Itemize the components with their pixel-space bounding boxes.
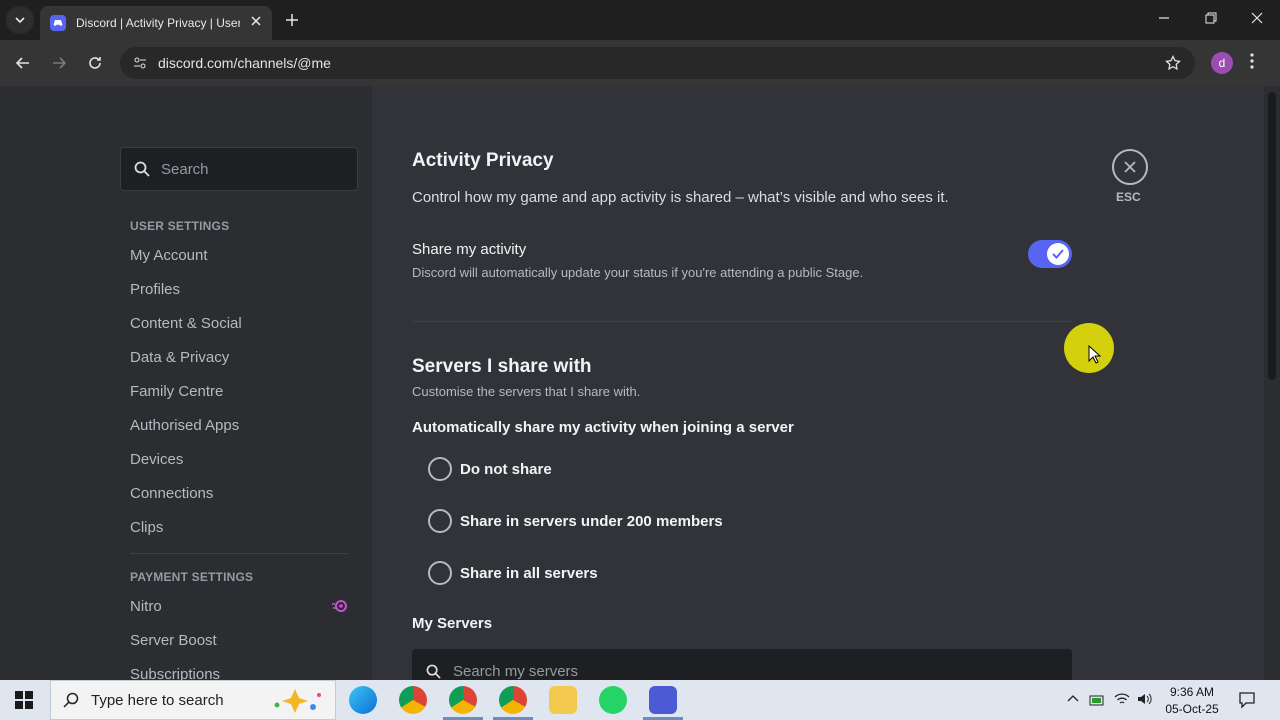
window-close-icon[interactable] [1250,11,1264,25]
windows-start-icon[interactable] [15,691,33,709]
nitro-icon [332,600,347,612]
checkmark-icon [1052,249,1064,259]
show-hidden-icons-chevron-icon[interactable] [1067,694,1079,702]
sidebar-item-subscriptions[interactable]: Subscriptions [130,666,220,680]
radio-label-do-not-share[interactable]: Do not share [460,461,552,478]
forward-arrow-icon[interactable] [50,54,68,72]
search-icon [63,692,79,708]
discord-favicon-icon [50,15,66,31]
wifi-icon[interactable] [1114,692,1130,706]
volume-icon[interactable] [1137,692,1153,706]
address-bar[interactable]: discord.com/channels/@me [120,47,1195,79]
settings-search-placeholder: Search [161,160,209,178]
whatsapp-icon[interactable] [599,686,627,714]
site-info-icon[interactable] [132,55,148,71]
notifications-icon[interactable] [1238,691,1256,709]
radio-share-all[interactable] [428,561,452,585]
sidebar-item-profiles[interactable]: Profiles [130,281,180,298]
search-icon [426,664,441,679]
settings-content: Activity Privacy Control how my game and… [372,86,1264,680]
close-icon [1124,161,1136,173]
content-scrollbar[interactable] [1264,86,1280,680]
battery-icon[interactable] [1089,693,1105,707]
search-highlight-sparkle-icon [274,689,321,713]
chevron-down-icon [15,17,25,23]
servers-heading: Servers I share with [412,356,592,377]
taskbar-search-placeholder: Type here to search [91,691,224,709]
reload-icon[interactable] [86,54,104,72]
edge-icon[interactable] [349,686,377,714]
taskbar-search-box[interactable]: Type here to search [50,680,336,720]
scrollbar-thumb[interactable] [1268,92,1276,380]
search-servers-input[interactable]: Search my servers [412,649,1072,680]
settings-search-input[interactable]: Search [120,147,358,191]
windows-taskbar: Type here to search 9:36 AM 05-Oct-25 [0,680,1280,720]
close-settings-button[interactable] [1112,149,1148,185]
share-activity-label: Share my activity [412,241,527,258]
sidebar-item-devices[interactable]: Devices [130,451,183,468]
minimize-icon[interactable] [1157,11,1171,25]
browser-toolbar: discord.com/channels/@me d [0,40,1280,86]
page-title: Activity Privacy [412,150,554,171]
tab-title: Discord | Activity Privacy | User Settin… [76,16,240,30]
tab-close-icon[interactable] [250,15,262,27]
sidebar-item-connections[interactable]: Connections [130,485,213,502]
sidebar-divider [130,553,348,554]
new-tab-icon[interactable] [283,11,301,29]
share-activity-toggle[interactable] [1028,240,1072,268]
user-settings-header: USER SETTINGS [130,219,230,233]
sidebar-item-my-account[interactable]: My Account [130,247,208,264]
share-activity-description: Discord will automatically update your s… [412,265,864,280]
tab-search-dropdown-button[interactable] [6,6,34,34]
radio-share-under-200[interactable] [428,509,452,533]
mouse-cursor-icon [1088,345,1102,364]
clock-date: 05-Oct-25 [1165,702,1219,716]
section-divider [412,321,1072,322]
profile-avatar[interactable]: d [1211,52,1233,74]
search-servers-placeholder: Search my servers [453,662,579,680]
sidebar-item-nitro[interactable]: Nitro [130,598,162,615]
url-text: discord.com/channels/@me [158,55,331,71]
sidebar-item-clips[interactable]: Clips [130,519,163,536]
sidebar-item-server-boost[interactable]: Server Boost [130,632,217,649]
toggle-knob [1047,243,1069,265]
more-menu-icon[interactable] [1250,53,1254,69]
sidebar-item-content-social[interactable]: Content & Social [130,315,242,332]
settings-sidebar: Search USER SETTINGS My Account Profiles… [0,86,372,680]
page-description: Control how my game and app activity is … [412,189,949,206]
browser-tab-strip: Discord | Activity Privacy | User Settin… [0,0,1280,40]
radio-label-share-under-200[interactable]: Share in servers under 200 members [460,513,723,530]
servers-description: Customise the servers that I share with. [412,384,641,399]
radio-label-share-all[interactable]: Share in all servers [460,565,598,582]
bookmark-star-icon[interactable] [1165,55,1181,71]
radio-do-not-share[interactable] [428,457,452,481]
back-arrow-icon[interactable] [14,54,32,72]
chrome-icon[interactable] [399,686,427,714]
taskbar-clock[interactable]: 9:36 AM 05-Oct-25 [1160,684,1224,718]
file-explorer-icon[interactable] [549,686,577,714]
auto-share-label: Automatically share my activity when joi… [412,419,794,436]
esc-label: ESC [1116,190,1141,204]
sidebar-item-authorised-apps[interactable]: Authorised Apps [130,417,239,434]
restore-icon[interactable] [1204,11,1218,25]
browser-tab-active[interactable]: Discord | Activity Privacy | User Settin… [40,6,272,40]
sidebar-item-family-centre[interactable]: Family Centre [130,383,223,400]
chrome-profile-n-icon[interactable] [449,686,477,714]
clock-time: 9:36 AM [1169,685,1215,699]
app-g-icon[interactable] [649,686,677,714]
chrome-profile-d-icon[interactable] [499,686,527,714]
sidebar-item-data-privacy[interactable]: Data & Privacy [130,349,229,366]
my-servers-label: My Servers [412,615,493,632]
search-icon [134,161,150,177]
payment-settings-header: PAYMENT SETTINGS [130,570,254,584]
